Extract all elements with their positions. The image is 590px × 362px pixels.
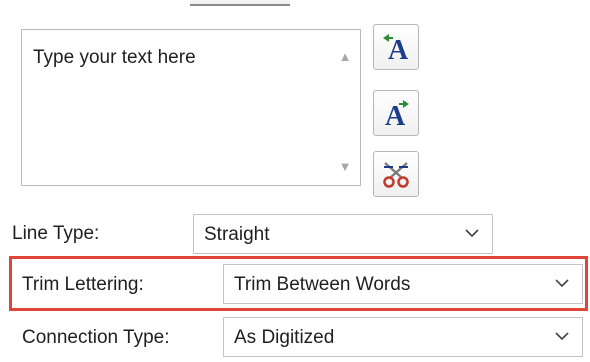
line-type-select[interactable]: Straight	[193, 214, 493, 254]
line-type-label: Line Type:	[12, 223, 100, 244]
scroll-up-icon[interactable]: ▲	[337, 50, 353, 63]
trim-lettering-label: Trim Lettering:	[22, 274, 144, 295]
text-direction-left-icon: A	[383, 34, 409, 64]
connection-type-value: As Digitized	[234, 327, 335, 348]
connection-type-select[interactable]: As Digitized	[223, 317, 583, 357]
text-entry-box[interactable]: Type your text here ▲ ▼	[21, 29, 361, 186]
chevron-down-icon	[465, 229, 479, 238]
line-type-value: Straight	[204, 224, 270, 245]
text-entry-content[interactable]: Type your text here	[33, 47, 196, 69]
svg-text:A: A	[388, 35, 409, 64]
chevron-down-icon	[555, 332, 569, 341]
trim-scissors-button[interactable]	[373, 151, 419, 197]
top-control-edge	[190, 0, 290, 6]
trim-lettering-value: Trim Between Words	[234, 274, 411, 295]
text-direction-right-icon: A	[385, 100, 409, 130]
chevron-down-icon	[555, 279, 569, 288]
scissors-icon	[383, 162, 409, 188]
connection-type-label: Connection Type:	[22, 327, 170, 348]
trim-lettering-select[interactable]: Trim Between Words	[223, 264, 583, 304]
scroll-down-icon[interactable]: ▼	[337, 160, 353, 173]
text-direction-left-button[interactable]: A	[373, 24, 419, 70]
svg-text:A: A	[385, 101, 406, 130]
text-direction-right-button[interactable]: A	[373, 90, 419, 136]
